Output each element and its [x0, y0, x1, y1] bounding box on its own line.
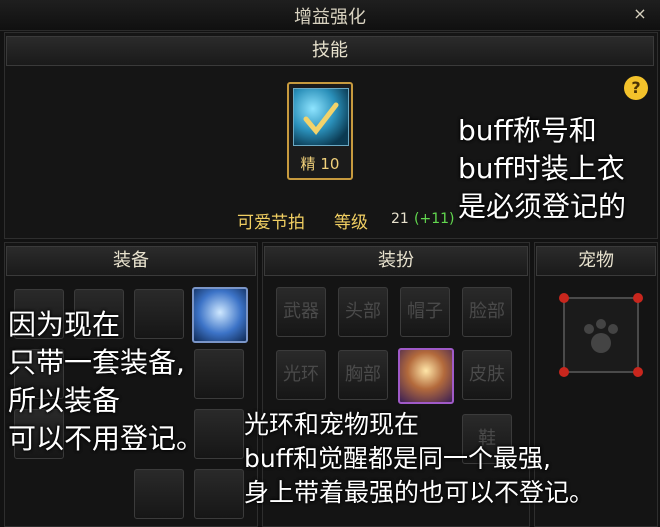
equipment-section-header: 装备: [6, 246, 256, 276]
pet-slot-corner: [633, 367, 643, 377]
equipment-slot[interactable]: [134, 469, 184, 519]
costume-section-header: 装扮: [264, 246, 528, 276]
note-top-right: buff称号和 buff时装上衣 是必须登记的: [458, 112, 626, 226]
equipment-slot[interactable]: [194, 469, 244, 519]
note-left-line2: 只带一套装备,: [8, 346, 185, 379]
pet-slot-corner: [559, 367, 569, 377]
check-icon: [303, 102, 339, 135]
skill-badge-level: 10: [320, 155, 340, 173]
pet-slot[interactable]: [559, 293, 643, 377]
note-top-right-line1: buff称号和: [458, 114, 597, 147]
note-bottom-line3: 身上带着最强的也可以不登记。: [244, 478, 595, 507]
note-left: 因为现在 只带一套装备, 所以装备 可以不用登记。: [8, 306, 204, 458]
note-top-right-line3: 是必须登记的: [458, 190, 627, 223]
costume-slot-aura[interactable]: 光环: [276, 350, 326, 400]
skill-level-value: 21: [391, 211, 409, 227]
costume-slot-head[interactable]: 头部: [338, 287, 388, 337]
costume-slot-skin[interactable]: 皮肤: [462, 350, 512, 400]
buff-enhance-window: 增益强化 × 技能 精 10 ? 可爱节拍 等级 21 (+11) buff称号…: [0, 0, 660, 527]
costume-slot-weapon[interactable]: 武器: [276, 287, 326, 337]
pet-section-header: 宠物: [536, 246, 656, 276]
skill-icon: [293, 88, 349, 146]
costume-slot-face[interactable]: 脸部: [462, 287, 512, 337]
pet-slot-corner: [559, 293, 569, 303]
paw-icon: [584, 319, 618, 353]
skill-section-header: 技能: [6, 36, 654, 66]
costume-top-item-icon[interactable]: [398, 348, 454, 404]
skill-slot[interactable]: 精 10: [287, 82, 353, 180]
skill-level-bonus: (+11): [414, 211, 455, 227]
window-title: 增益强化: [294, 7, 366, 28]
note-bottom-line1: 光环和宠物现在: [244, 410, 420, 439]
close-icon[interactable]: ×: [632, 6, 648, 22]
note-top-right-line2: buff时装上衣: [458, 152, 625, 185]
skill-name: 可爱节拍: [237, 213, 305, 233]
skill-badge-text: 精: [300, 155, 316, 173]
note-left-line3: 所以装备: [8, 384, 121, 417]
note-left-line1: 因为现在: [8, 308, 121, 341]
pet-slot-corner: [633, 293, 643, 303]
note-bottom-line2: buff和觉醒都是同一个最强,: [244, 444, 551, 473]
costume-slot-hat[interactable]: 帽子: [400, 287, 450, 337]
skill-level-badge: 精 10: [289, 153, 351, 174]
costume-slot-chest[interactable]: 胸部: [338, 350, 388, 400]
title-bar: 增益强化 ×: [0, 0, 660, 31]
note-left-line4: 可以不用登记。: [8, 422, 205, 455]
help-icon[interactable]: ?: [624, 76, 648, 100]
skill-level-label: 等级: [334, 213, 368, 233]
note-bottom: 光环和宠物现在 buff和觉醒都是同一个最强, 身上带着最强的也可以不登记。: [244, 408, 594, 510]
